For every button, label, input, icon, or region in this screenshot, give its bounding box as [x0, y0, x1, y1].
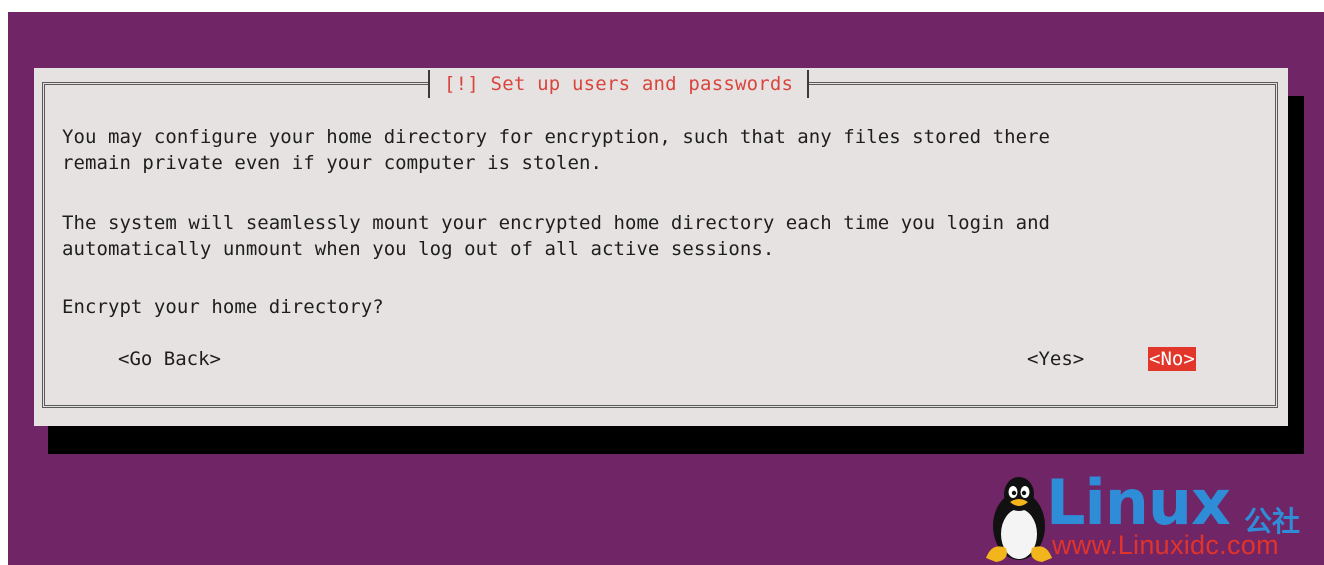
installer-screen: [!] Set up users and passwords You may c… — [0, 0, 1324, 565]
paragraph2-line2: automatically unmount when you log out o… — [62, 238, 775, 260]
no-button[interactable]: <No> — [1148, 347, 1196, 371]
paragraph-mount-info: The system will seamlessly mount your en… — [62, 210, 1050, 262]
paragraph2-line1: The system will seamlessly mount your en… — [62, 212, 1051, 234]
paragraph1-line1: You may configure your home directory fo… — [62, 126, 1051, 148]
watermark-brand: Linux — [1046, 466, 1231, 539]
encryption-dialog: [!] Set up users and passwords You may c… — [34, 68, 1288, 426]
linuxidc-watermark: Linux 公社 www.Linuxidc.com — [982, 470, 1322, 562]
go-back-button[interactable]: <Go Back> — [118, 347, 221, 371]
watermark-url: www.Linuxidc.com — [1052, 530, 1279, 560]
dialog-title: [!] Set up users and passwords — [444, 73, 794, 95]
yes-button[interactable]: <Yes> — [1027, 347, 1084, 371]
tux-penguin-icon — [986, 477, 1052, 562]
dialog-title-box: [!] Set up users and passwords — [428, 70, 810, 98]
encrypt-question: Encrypt your home directory? — [62, 296, 384, 318]
paragraph1-line2: remain private even if your computer is … — [62, 152, 602, 174]
paragraph-encryption-info: You may configure your home directory fo… — [62, 124, 1050, 176]
